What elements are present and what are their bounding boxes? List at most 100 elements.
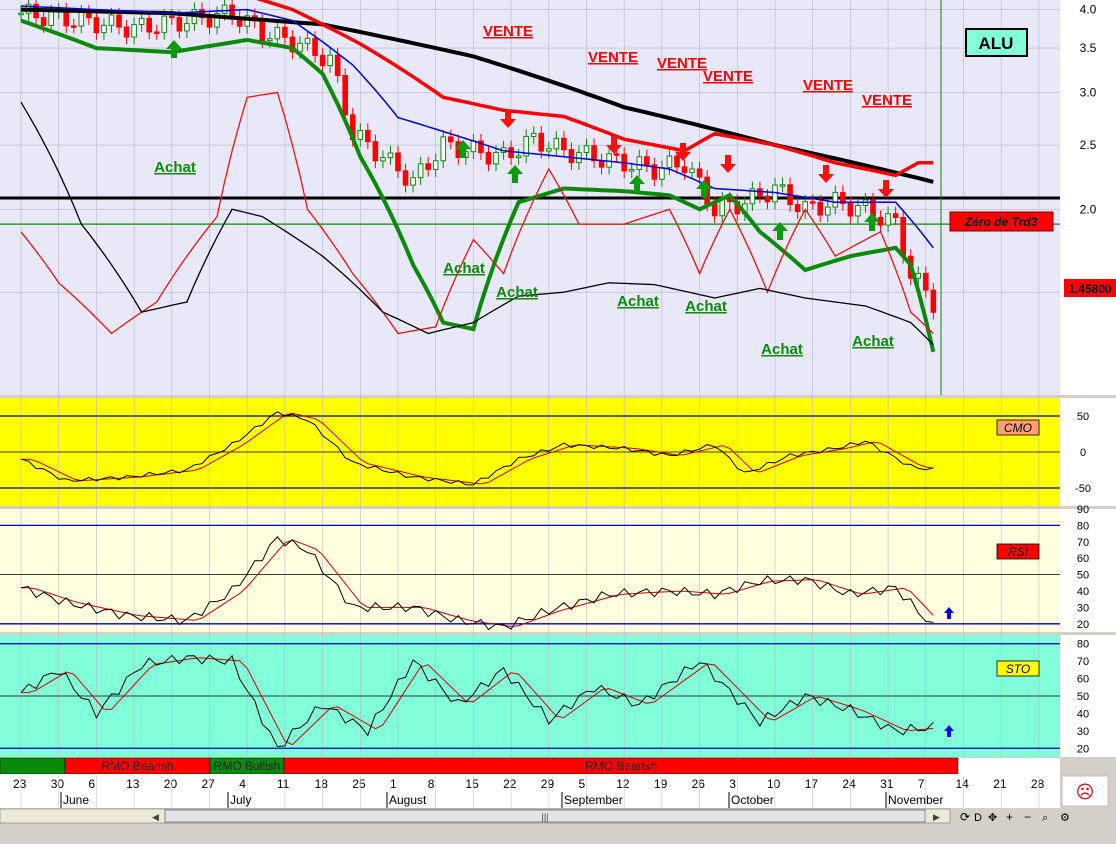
candle-body: [380, 157, 386, 162]
day-tick: 27: [202, 777, 216, 791]
candle-body: [659, 167, 665, 180]
indicator-tick: 40: [1077, 586, 1089, 598]
candle-body: [425, 163, 431, 170]
candle-body: [885, 213, 891, 226]
day-tick: 4: [239, 777, 246, 791]
candle-body: [470, 140, 477, 153]
candle-body: [553, 137, 560, 150]
candle-body: [138, 17, 145, 26]
candle-body: [221, 4, 228, 14]
day-tick: 30: [51, 777, 65, 791]
indicator-tick: 20: [1077, 619, 1089, 631]
vente-signal-label: VENTE: [803, 77, 853, 94]
candle-body: [267, 38, 273, 42]
candle-body: [131, 24, 137, 38]
settings-icon[interactable]: ⚙: [1060, 812, 1070, 824]
candle-body: [538, 132, 545, 152]
rmo-bar: RMO Bearish RMO Bullish RMO Bearish: [0, 757, 1060, 775]
indicator-tick: 80: [1077, 639, 1089, 651]
candle-body: [357, 129, 364, 140]
vente-signal-label: VENTE: [588, 49, 638, 66]
candle-body: [447, 136, 454, 143]
candle-body: [546, 148, 552, 152]
indicator-tick: 90: [1077, 504, 1089, 516]
candle-body: [327, 54, 333, 67]
d-mode-icon[interactable]: D: [974, 812, 982, 824]
candle-body: [312, 37, 318, 56]
indicator-tick: 70: [1077, 537, 1089, 549]
day-tick: 25: [352, 777, 366, 791]
day-tick: 29: [541, 777, 555, 791]
rmo-segment-label: RMO Bullish: [214, 759, 281, 773]
day-tick: 26: [692, 777, 706, 791]
day-tick: 19: [654, 777, 668, 791]
candle-body: [817, 201, 824, 216]
day-tick: 6: [88, 777, 95, 791]
indicator-label: CMO: [1004, 421, 1032, 435]
day-tick: 1: [390, 777, 397, 791]
candle-body: [561, 137, 567, 151]
candle-body: [794, 204, 801, 213]
zoom-icon[interactable]: ⌕: [1042, 812, 1048, 824]
candle-body: [387, 152, 394, 159]
candle-body: [711, 203, 718, 217]
candle-body: [395, 152, 401, 172]
achat-signal-label: Achat: [685, 298, 727, 315]
zoom-out-icon[interactable]: −: [1024, 810, 1031, 824]
candle-body: [48, 11, 54, 26]
day-tick: 20: [164, 777, 178, 791]
candle-body: [824, 206, 831, 216]
price-axis-panel: [1060, 0, 1116, 395]
zoom-in-icon[interactable]: +: [1006, 810, 1013, 824]
candle-body: [764, 195, 771, 203]
candle-body: [40, 17, 47, 26]
scroll-left-icon[interactable]: ◀: [152, 812, 159, 822]
indicator-tick: 0: [1080, 447, 1086, 459]
indicator-tick: 40: [1077, 708, 1089, 720]
indicator-tick: 50: [1077, 691, 1089, 703]
toolbar-icons: ⟳ D ✥ + − ⌕ ⚙: [960, 810, 1070, 824]
indicator-tick: 60: [1077, 674, 1089, 686]
candle-body: [855, 204, 861, 217]
sad-face-icon[interactable]: ☹: [1076, 782, 1095, 802]
month-label: November: [888, 793, 943, 807]
candle-body: [70, 25, 77, 28]
candle-body: [515, 155, 522, 159]
vente-signal-label: VENTE: [657, 55, 707, 72]
candle-body: [923, 272, 929, 291]
indicator-tick: 80: [1077, 520, 1089, 532]
candle-body: [176, 16, 183, 32]
candle-body: [598, 160, 605, 168]
candle-body: [440, 136, 447, 162]
candle-body: [334, 54, 341, 77]
indicator-tick: 50: [1077, 570, 1089, 582]
candle-body: [169, 15, 175, 19]
candle-body: [847, 202, 854, 217]
day-tick: 21: [993, 777, 1007, 791]
achat-signal-label: Achat: [617, 293, 659, 310]
price-tick: 2.0: [1080, 202, 1097, 216]
indicator-tick: 30: [1077, 726, 1089, 738]
candle-body: [365, 129, 371, 143]
rsi-panel[interactable]: [0, 509, 1060, 632]
candle-body: [206, 17, 213, 28]
candle-body: [530, 132, 537, 137]
indicator-tick: -50: [1075, 483, 1091, 495]
candle-body: [809, 201, 816, 204]
candle-body: [123, 26, 130, 38]
candle-body: [108, 14, 115, 26]
scroll-right-icon[interactable]: ▶: [933, 812, 940, 822]
move-icon[interactable]: ✥: [988, 812, 997, 824]
indicator-tick: 70: [1077, 656, 1089, 668]
candle-body: [417, 163, 424, 179]
candle-body: [485, 152, 492, 165]
day-tick: 10: [767, 777, 781, 791]
refresh-icon[interactable]: ⟳: [960, 810, 970, 824]
day-tick: 17: [805, 777, 819, 791]
candle-body: [493, 151, 499, 165]
month-label: September: [564, 793, 623, 807]
last-price-label: 1.45800: [1068, 282, 1112, 296]
candle-body: [508, 147, 514, 159]
candle-body: [259, 20, 266, 42]
candle-body: [184, 23, 190, 32]
